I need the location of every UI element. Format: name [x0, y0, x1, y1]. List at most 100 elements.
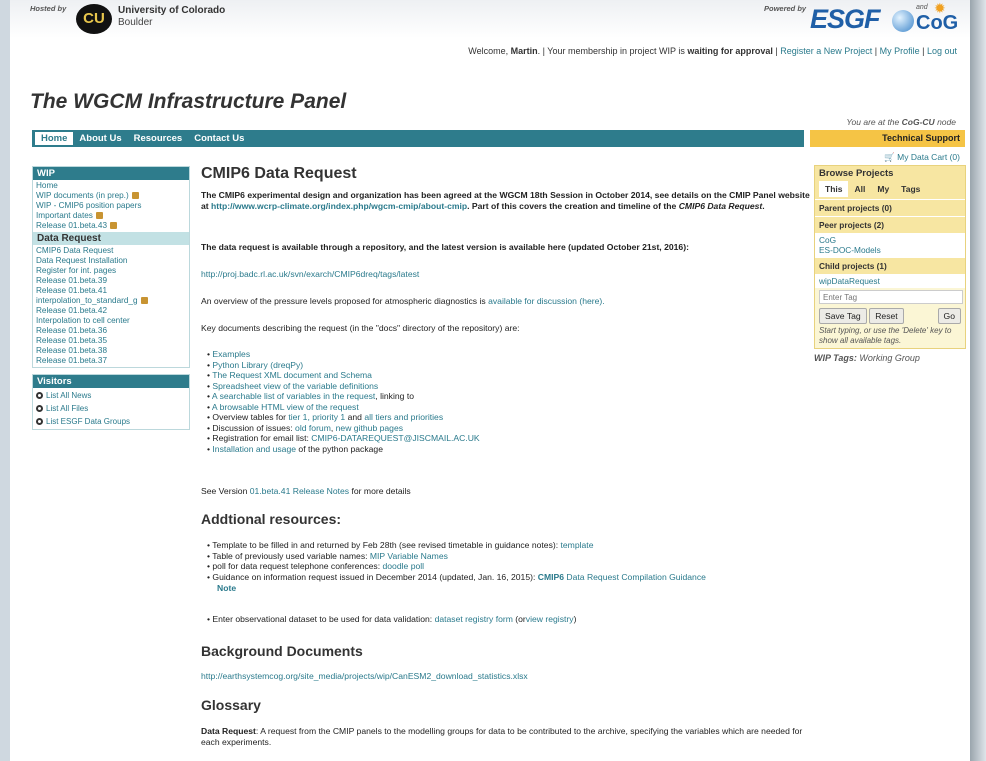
tag-input[interactable] — [819, 290, 963, 304]
data-request-menu-item[interactable]: Release 01.beta.38 — [36, 346, 186, 356]
powered-by-label: Powered by — [764, 4, 807, 13]
data-request-menu-item[interactable]: CMIP6 Data Request — [36, 246, 186, 256]
visitors-menu: Visitors List All News List All Files List… — [32, 374, 190, 430]
visitors-item[interactable]: List All Files — [36, 402, 186, 415]
reset-button[interactable]: Reset — [869, 308, 904, 324]
cu-logo[interactable]: CU — [76, 4, 112, 34]
view-registry-link[interactable]: view registry — [526, 614, 574, 624]
glossary-text: : A request from the CMIP panels to the … — [201, 726, 803, 747]
wip-menu-item-label: WIP documents (in prep.) — [36, 191, 129, 200]
search-icon — [36, 405, 43, 412]
document-link[interactable]: Spreadsheet view of the variable definit… — [212, 381, 378, 391]
tab-this[interactable]: This — [819, 181, 849, 197]
document-link[interactable]: Examples — [212, 349, 250, 359]
data-cart-link[interactable]: 🛒 My Data Cart (0) — [884, 152, 960, 163]
welcome-bar: Welcome, Martin. | Your membership in pr… — [468, 46, 957, 56]
wip-menu-list: Home WIP documents (in prep.) WIP - CMIP6 … — [33, 180, 189, 232]
tab-tags[interactable]: Tags — [895, 181, 926, 197]
document-link[interactable]: Python Library (dreqPy) — [212, 360, 303, 370]
wip-menu-item[interactable]: Home — [36, 181, 186, 191]
data-request-menu-item[interactable]: Release 01.beta.37 — [36, 356, 186, 366]
document-item: Discussion of issues: old forum, new git… — [207, 423, 480, 434]
wip-menu-item[interactable]: WIP documents (in prep.) — [36, 191, 186, 201]
browse-tabs: This All My Tags — [815, 181, 965, 199]
university-label: University of Colorado — [118, 5, 226, 16]
user-name: Martin — [510, 46, 538, 56]
document-link[interactable]: all tiers and priorities — [364, 412, 443, 422]
resource-link[interactable]: doodle poll — [383, 561, 425, 571]
peer-projects-header[interactable]: Peer projects (2) — [815, 216, 965, 233]
pressure-levels-link[interactable]: available for discussion (here). — [488, 296, 605, 306]
data-cart-label: My Data Cart (0) — [897, 152, 960, 162]
release-notes-link[interactable]: 01.beta.41 Release Notes — [250, 486, 349, 496]
document-link[interactable]: A browsable HTML view of the request — [212, 402, 359, 412]
download-statistics-link[interactable]: http://earthsystemcog.org/site_media/pro… — [201, 671, 528, 681]
document-link[interactable]: new github pages — [336, 423, 403, 433]
go-button[interactable]: Go — [937, 308, 961, 324]
child-projects-header[interactable]: Child projects (1) — [815, 257, 965, 274]
wip-menu-item[interactable]: WIP - CMIP6 position papers — [36, 201, 186, 211]
data-request-menu-item[interactable]: Register for int. pages — [36, 266, 186, 276]
data-request-menu-item[interactable]: interpolation_to_standard_g — [36, 296, 186, 306]
data-request-menu-item[interactable]: Release 01.beta.41 — [36, 286, 186, 296]
document-link[interactable]: old forum — [295, 423, 331, 433]
esgf-logo[interactable]: ESGF — [810, 4, 881, 35]
document-link[interactable]: tier 1, priority 1 — [288, 412, 345, 422]
data-request-menu-item[interactable]: Data Request Installation — [36, 256, 186, 266]
nav-resources[interactable]: Resources — [128, 130, 189, 147]
wip-menu-item[interactable]: Release 01.beta.43 — [36, 221, 186, 231]
dataset-registry-form-link[interactable]: dataset registry form — [435, 614, 513, 624]
release-notes-paragraph: See Version 01.beta.41 Release Notes for… — [201, 486, 811, 497]
parent-projects-header[interactable]: Parent projects (0) — [815, 199, 965, 216]
register-project-link[interactable]: Register a New Project — [780, 46, 872, 56]
peer-project-es-doc[interactable]: ES-DOC-Models — [819, 245, 961, 255]
guidance-cmip6-link[interactable]: CMIP6 — [538, 572, 564, 582]
data-request-menu-item[interactable]: Release 01.beta.39 — [36, 276, 186, 286]
cmip-panel-link[interactable]: http://www.wcrp-climate.org/index.php/wg… — [211, 201, 467, 211]
repository-link[interactable]: http://proj.badc.rl.ac.uk/svn/exarch/CMI… — [201, 269, 419, 279]
document-link[interactable]: CMIP6-DATAREQUEST@JISCMAIL.AC.UK — [311, 433, 479, 443]
nav-home[interactable]: Home — [35, 132, 74, 145]
technical-support-link[interactable]: Technical Support — [810, 130, 965, 147]
wip-menu-item[interactable]: Important dates — [36, 211, 186, 221]
data-request-menu-item[interactable]: Interpolation to cell center — [36, 316, 186, 326]
child-projects-list: wipDataRequest — [815, 274, 965, 288]
hosted-by-label: Hosted by — [30, 4, 67, 13]
wip-tags-label: WIP Tags: — [814, 353, 857, 363]
data-request-menu-item[interactable]: Release 01.beta.42 — [36, 306, 186, 316]
data-request-menu-item[interactable]: Release 01.beta.36 — [36, 326, 186, 336]
main-content: CMIP6 Data Request The CMIP6 experimenta… — [201, 165, 811, 747]
document-link[interactable]: A searchable list of variables in the re… — [212, 391, 375, 401]
document-item: Python Library (dreqPy) — [207, 360, 480, 371]
document-text: Registration for email list: — [212, 433, 312, 443]
nav-contact-us[interactable]: Contact Us — [188, 130, 250, 147]
save-tag-button[interactable]: Save Tag — [819, 308, 867, 324]
visitors-item-label: List ESGF Data Groups — [46, 417, 131, 426]
child-project-wipdatarequest[interactable]: wipDataRequest — [819, 276, 961, 286]
tab-my[interactable]: My — [871, 181, 895, 197]
node-suffix: node — [937, 117, 956, 127]
data-request-menu-item[interactable]: Release 01.beta.35 — [36, 336, 186, 346]
cart-icon: 🛒 — [884, 152, 895, 162]
document-link[interactable]: The Request XML document and Schema — [212, 370, 372, 380]
visitors-item[interactable]: List ESGF Data Groups — [36, 415, 186, 428]
tab-all[interactable]: All — [848, 181, 871, 197]
guidance-link[interactable]: Data Request Compilation Guidance — [566, 572, 706, 582]
node-prefix: You are at the — [846, 117, 900, 127]
guidance-note-link[interactable]: Note — [217, 583, 236, 593]
nav-about-us[interactable]: About Us — [73, 130, 127, 147]
data-request-menu-item-label: Interpolation to cell center — [36, 316, 130, 325]
resource-link[interactable]: template — [561, 540, 594, 550]
wip-menu-item-label: Release 01.beta.43 — [36, 221, 108, 230]
data-request-menu-item-label: Release 01.beta.39 — [36, 276, 108, 285]
my-profile-link[interactable]: My Profile — [880, 46, 920, 56]
tag-buttons: Save Tag Reset Go — [815, 306, 965, 326]
resource-link[interactable]: MIP Variable Names — [370, 551, 448, 561]
logout-link[interactable]: Log out — [927, 46, 957, 56]
peer-project-cog[interactable]: CoG — [819, 235, 961, 245]
visitors-item[interactable]: List All News — [36, 389, 186, 402]
data-request-menu-item-label: Release 01.beta.36 — [36, 326, 108, 335]
document-link[interactable]: Installation and usage — [212, 444, 296, 454]
document-text: and — [345, 412, 365, 422]
resource-text: poll for data request telephone conferen… — [212, 561, 383, 571]
